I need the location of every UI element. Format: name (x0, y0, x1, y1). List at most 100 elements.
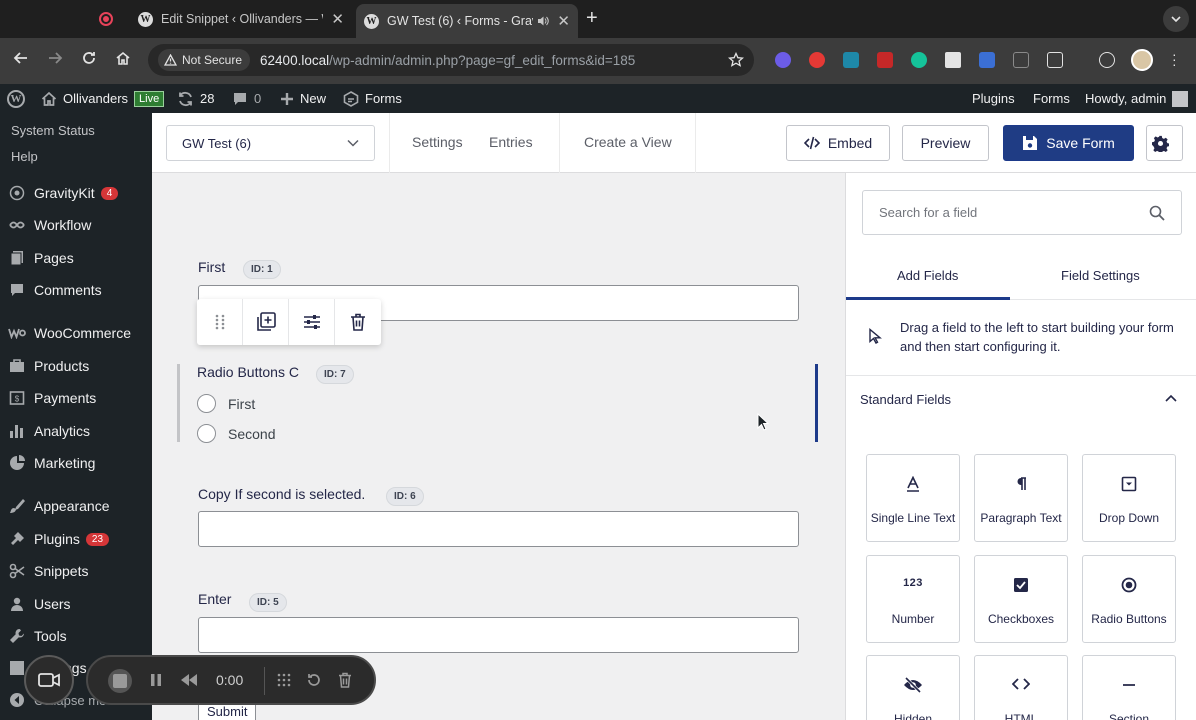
field-id-badge: ID: 6 (386, 487, 424, 506)
back-button[interactable] (13, 50, 29, 66)
sidebar-item-gravitykit[interactable]: GravityKit 4 (8, 182, 119, 204)
sidebar-item-tools[interactable]: Tools (8, 625, 67, 647)
browser-tab-gw-test[interactable]: W GW Test (6) ‹ Forms - Gravity Forms ✕ (356, 4, 578, 38)
add-drop-down-button[interactable]: Drop Down (1082, 454, 1176, 542)
extension-red-icon[interactable] (809, 52, 825, 68)
new-content-menu[interactable]: New (280, 84, 326, 113)
submenu-help[interactable]: Help (11, 149, 38, 164)
sidebar-item-users[interactable]: Users (8, 593, 71, 615)
extension-teal-icon[interactable] (843, 52, 859, 68)
form-switcher-dropdown[interactable]: GW Test (6) (166, 125, 375, 161)
address-bar[interactable]: Not Secure 62400.local/wp-admin/admin.ph… (148, 44, 754, 76)
speaker-icon[interactable] (537, 15, 550, 27)
delete-recording-icon[interactable] (338, 672, 352, 688)
sidebar-item-plugins[interactable]: Plugins 23 (8, 528, 110, 550)
header-divider (389, 113, 390, 173)
url-text[interactable]: 62400.local/wp-admin/admin.php?page=gf_e… (260, 53, 635, 68)
field-label-first[interactable]: First (198, 259, 225, 275)
field-label-radio-buttons[interactable]: Radio Buttons C (197, 364, 299, 380)
comments-menu[interactable]: 0 (232, 84, 261, 113)
sidebar-item-payments[interactable]: $ Payments (8, 387, 96, 409)
sidebar-item-marketing[interactable]: Marketing (8, 452, 95, 474)
forward-button[interactable] (47, 50, 63, 66)
add-html-button[interactable]: HTML (974, 655, 1068, 720)
sidebar-item-analytics[interactable]: Analytics (8, 420, 90, 442)
delete-field-trash-icon[interactable] (335, 299, 381, 345)
admin-sidebar: System Status Help GravityKit 4 Workflow… (0, 113, 152, 720)
field-search-input[interactable]: Search for a field (862, 190, 1182, 235)
radio-option-first[interactable] (197, 394, 216, 413)
add-paragraph-text-button[interactable]: Paragraph Text (974, 454, 1068, 542)
wordpress-logo-icon: W (7, 89, 25, 108)
site-name-menu[interactable]: Ollivanders Live (41, 84, 165, 113)
copy-text-field[interactable] (198, 511, 799, 547)
sidebar-item-appearance[interactable]: Appearance (8, 495, 110, 517)
extension-gear-icon[interactable] (775, 52, 791, 68)
chrome-menu-icon[interactable]: · · · (1172, 47, 1177, 71)
adminbar-forms-link[interactable]: Forms (1033, 84, 1070, 113)
settings-link[interactable]: Settings (412, 134, 463, 150)
save-form-button[interactable]: Save Form (1003, 125, 1134, 161)
add-checkboxes-button[interactable]: Checkboxes (974, 555, 1068, 643)
chrome-profile-avatar[interactable] (1131, 49, 1153, 71)
field-label-enter[interactable]: Enter (198, 591, 231, 607)
drag-grid-icon[interactable] (276, 672, 292, 688)
restart-icon[interactable] (306, 672, 322, 688)
browser-tab-edit-snippet[interactable]: W Edit Snippet ‹ Ollivanders — WordPress… (130, 4, 352, 34)
bookmark-star-icon[interactable] (728, 52, 744, 68)
add-section-button[interactable]: Section (1082, 655, 1176, 720)
home-button[interactable] (115, 50, 131, 66)
adminbar-plugins-link[interactable]: Plugins (972, 84, 1015, 113)
header-divider (559, 113, 560, 173)
sidebar-item-label: Marketing (34, 455, 96, 471)
duplicate-field-icon[interactable] (243, 299, 289, 345)
extension-window-icon[interactable] (945, 52, 961, 68)
submenu-system-status[interactable]: System Status (11, 123, 95, 138)
sidebar-item-pages[interactable]: Pages (8, 247, 74, 269)
close-tab-icon[interactable]: ✕ (331, 10, 344, 28)
preview-button[interactable]: Preview (902, 125, 989, 161)
extension-note-icon[interactable] (877, 52, 893, 68)
field-settings-sliders-icon[interactable] (289, 299, 335, 345)
entries-link[interactable]: Entries (489, 134, 533, 150)
add-number-button[interactable]: 123 Number (866, 555, 960, 643)
tab-search-button[interactable] (1163, 6, 1189, 32)
field-label-copy[interactable]: Copy If second is selected. (198, 486, 365, 502)
add-radio-buttons-button[interactable]: Radio Buttons (1082, 555, 1176, 643)
chevron-up-icon[interactable] (1164, 393, 1178, 403)
sidebar-item-products[interactable]: Products (8, 355, 89, 377)
updates-menu[interactable]: 28 (177, 84, 214, 113)
stop-recording-button[interactable] (108, 669, 132, 693)
security-chip[interactable]: Not Secure (158, 49, 251, 71)
radio-option-second[interactable] (197, 424, 216, 443)
wp-logo-menu[interactable]: W (7, 84, 25, 113)
extensions-puzzle-icon[interactable] (1047, 52, 1063, 68)
extension-blue-icon[interactable] (979, 52, 995, 68)
close-tab-icon[interactable]: ✕ (557, 12, 570, 30)
add-single-line-text-button[interactable]: Single Line Text (866, 454, 960, 542)
rewind-icon[interactable] (180, 672, 198, 688)
sidebar-item-comments[interactable]: Comments (8, 279, 102, 301)
grammarly-icon[interactable] (911, 52, 927, 68)
performance-icon[interactable] (1099, 52, 1115, 68)
sidebar-item-workflow[interactable]: Workflow (8, 214, 91, 236)
add-hidden-button[interactable]: Hidden (866, 655, 960, 720)
forms-menu[interactable]: Forms (343, 84, 402, 113)
tab-field-settings[interactable]: Field Settings (1061, 268, 1140, 283)
standard-fields-heading[interactable]: Standard Fields (860, 392, 951, 407)
form-settings-gear-button[interactable] (1146, 125, 1183, 161)
marketing-icon (8, 455, 26, 471)
tab-add-fields[interactable]: Add Fields (897, 268, 958, 283)
user-account-menu[interactable]: Howdy, admin (1085, 84, 1189, 113)
drag-handle-icon[interactable] (197, 299, 243, 345)
new-tab-button[interactable]: + (586, 8, 598, 28)
sidebar-item-woocommerce[interactable]: WooCommerce (8, 322, 131, 344)
reload-button[interactable] (81, 50, 97, 66)
pause-icon[interactable] (150, 672, 162, 688)
screenshot-extension-icon[interactable] (1013, 52, 1029, 68)
sidebar-item-snippets[interactable]: Snippets (8, 560, 88, 582)
recorder-camera-button[interactable] (24, 655, 74, 705)
embed-button[interactable]: Embed (786, 125, 890, 161)
enter-text-field[interactable] (198, 617, 799, 653)
create-view-link[interactable]: Create a View (584, 134, 672, 150)
